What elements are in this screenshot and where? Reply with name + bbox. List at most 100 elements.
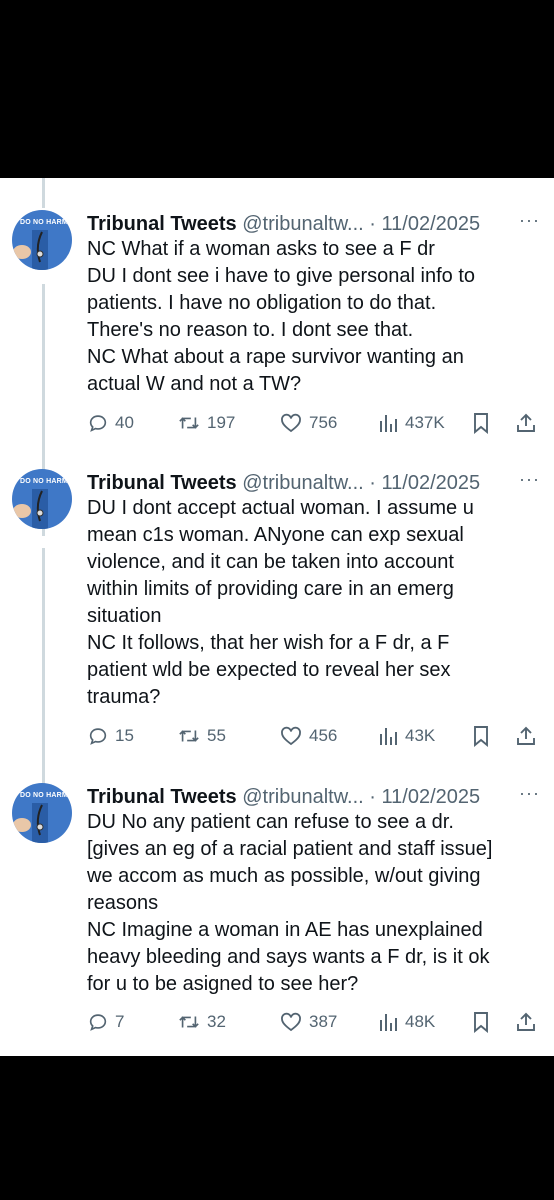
thread-line: [42, 178, 45, 208]
tweet-text: DU I dont accept actual woman. I assume …: [87, 495, 527, 711]
bookmark-button[interactable]: [471, 1007, 491, 1037]
tweet-text-line: trauma?: [87, 686, 161, 708]
retweet-icon: [179, 417, 199, 429]
views-button[interactable]: 48K: [377, 1007, 435, 1037]
tweet-text-line: NC What about a rape survivor wanting an: [87, 346, 464, 368]
tweet-text-line: actual W and not a TW?: [87, 373, 302, 395]
reply-count: 7: [115, 1012, 125, 1031]
tweet-text-line: There's no reason to. I dont see that.: [87, 319, 414, 341]
tweet[interactable]: DO NO HARM Tribunal Tweets @tribunaltw..…: [0, 210, 554, 480]
like-button[interactable]: 387: [279, 1007, 337, 1037]
tweet-text: NC What if a woman asks to see a F dr DU…: [87, 236, 527, 398]
like-icon: [281, 1012, 301, 1032]
like-count: 756: [309, 413, 338, 432]
avatar[interactable]: DO NO HARM: [12, 210, 72, 270]
author-name[interactable]: Tribunal Tweets: [87, 213, 237, 235]
tweet-text-line: heavy bleeding and says wants a F dr, is…: [87, 946, 490, 968]
reply-count: 40: [115, 413, 134, 432]
share-icon: [517, 413, 535, 432]
tweet-text-line: [gives an eg of a racial patient and sta…: [87, 838, 493, 860]
tweet-header: Tribunal Tweets @tribunaltw... · 11/02/2…: [87, 783, 547, 811]
tweet-text-line: NC It follows, that her wish for a F dr,…: [87, 632, 450, 654]
action-bar: 7 32 387 48K: [87, 1007, 542, 1037]
reply-button[interactable]: 7: [87, 1007, 124, 1037]
doctor-figure-icon: [13, 803, 48, 843]
tweet-text-line: for u to be asigned to see her?: [87, 973, 359, 995]
views-icon: [380, 728, 397, 745]
author-handle[interactable]: @tribunaltw...: [242, 213, 363, 235]
retweet-button[interactable]: 32: [177, 1007, 226, 1037]
tweet-text-line: patients. I have no obligation to do tha…: [87, 292, 437, 314]
views-button[interactable]: 437K: [377, 408, 445, 438]
tweet-text-line: DU No any patient can refuse to see a dr…: [87, 811, 454, 833]
bookmark-icon: [474, 1012, 488, 1033]
tweet-header: Tribunal Tweets @tribunaltw... · 11/02/2…: [87, 210, 547, 238]
reply-count: 15: [115, 726, 134, 745]
more-options-icon[interactable]: ···: [519, 783, 540, 804]
retweet-icon: [179, 730, 199, 742]
tweet-text-line: NC What if a woman asks to see a F dr: [87, 238, 435, 260]
views-count: 437K: [405, 413, 445, 432]
bookmark-icon: [474, 726, 488, 747]
share-button[interactable]: [515, 408, 537, 438]
share-icon: [517, 726, 535, 745]
avatar[interactable]: DO NO HARM: [12, 783, 72, 843]
views-count: 43K: [405, 726, 436, 745]
retweet-count: 32: [207, 1012, 226, 1031]
reply-icon: [89, 1014, 107, 1031]
like-icon: [281, 413, 301, 433]
like-count: 387: [309, 1012, 338, 1031]
action-bar: 40 197 756 437K: [87, 408, 542, 438]
retweet-button[interactable]: 55: [177, 721, 226, 751]
views-button[interactable]: 43K: [377, 721, 435, 751]
bookmark-button[interactable]: [471, 408, 491, 438]
tweet[interactable]: DO NO HARM Tribunal Tweets @tribunaltw..…: [0, 783, 554, 1053]
separator-dot: ·: [369, 472, 376, 494]
like-icon: [281, 726, 301, 746]
retweet-count: 55: [207, 726, 226, 745]
avatar[interactable]: DO NO HARM: [12, 469, 72, 529]
retweet-icon: [179, 1016, 199, 1028]
retweet-button[interactable]: 197: [177, 408, 235, 438]
share-button[interactable]: [515, 721, 537, 751]
author-handle[interactable]: @tribunaltw...: [242, 786, 363, 808]
more-options-icon[interactable]: ···: [519, 469, 540, 490]
retweet-count: 197: [207, 413, 236, 432]
separator-dot: ·: [369, 213, 376, 235]
action-bar: 15 55 456 43K: [87, 721, 542, 751]
tweet-text-line: situation: [87, 605, 162, 627]
bookmark-button[interactable]: [471, 721, 491, 751]
tweet-text-line: DU I dont accept actual woman. I assume …: [87, 497, 474, 519]
views-count: 48K: [405, 1012, 436, 1031]
tweet-text-line: violence, and it can be taken into accou…: [87, 551, 454, 573]
tweet-text-line: mean c1s woman. ANyone can exp sexual: [87, 524, 464, 546]
doctor-figure-icon: [13, 489, 48, 529]
tweet-header: Tribunal Tweets @tribunaltw... · 11/02/2…: [87, 469, 547, 497]
like-count: 456: [309, 726, 338, 745]
tweet-text-line: reasons: [87, 892, 159, 914]
tweet-date[interactable]: 11/02/2025: [382, 786, 481, 808]
share-button[interactable]: [515, 1007, 537, 1037]
tweet-text-line: DU I dont see i have to give personal in…: [87, 265, 476, 287]
tweet-text-line: within limits of providing care in an em…: [87, 578, 454, 600]
author-handle[interactable]: @tribunaltw...: [242, 472, 363, 494]
reply-icon: [89, 415, 107, 432]
reply-button[interactable]: 40: [87, 408, 134, 438]
views-icon: [380, 415, 397, 432]
more-options-icon[interactable]: ···: [519, 210, 540, 231]
tweet-date[interactable]: 11/02/2025: [382, 213, 481, 235]
like-button[interactable]: 456: [279, 721, 337, 751]
bookmark-icon: [474, 413, 488, 434]
doctor-figure-icon: [13, 230, 48, 270]
tweet-text-line: NC Imagine a woman in AE has unexplained: [87, 919, 483, 941]
reply-button[interactable]: 15: [87, 721, 134, 751]
author-name[interactable]: Tribunal Tweets: [87, 786, 237, 808]
like-button[interactable]: 756: [279, 408, 337, 438]
tweet-date[interactable]: 11/02/2025: [382, 472, 481, 494]
share-icon: [517, 1012, 535, 1031]
separator-dot: ·: [369, 786, 376, 808]
reply-icon: [89, 728, 107, 745]
tweet[interactable]: DO NO HARM Tribunal Tweets @tribunaltw..…: [0, 469, 554, 769]
tweet-text-line: we accom as much as possible, w/out givi…: [87, 865, 481, 887]
author-name[interactable]: Tribunal Tweets: [87, 472, 237, 494]
